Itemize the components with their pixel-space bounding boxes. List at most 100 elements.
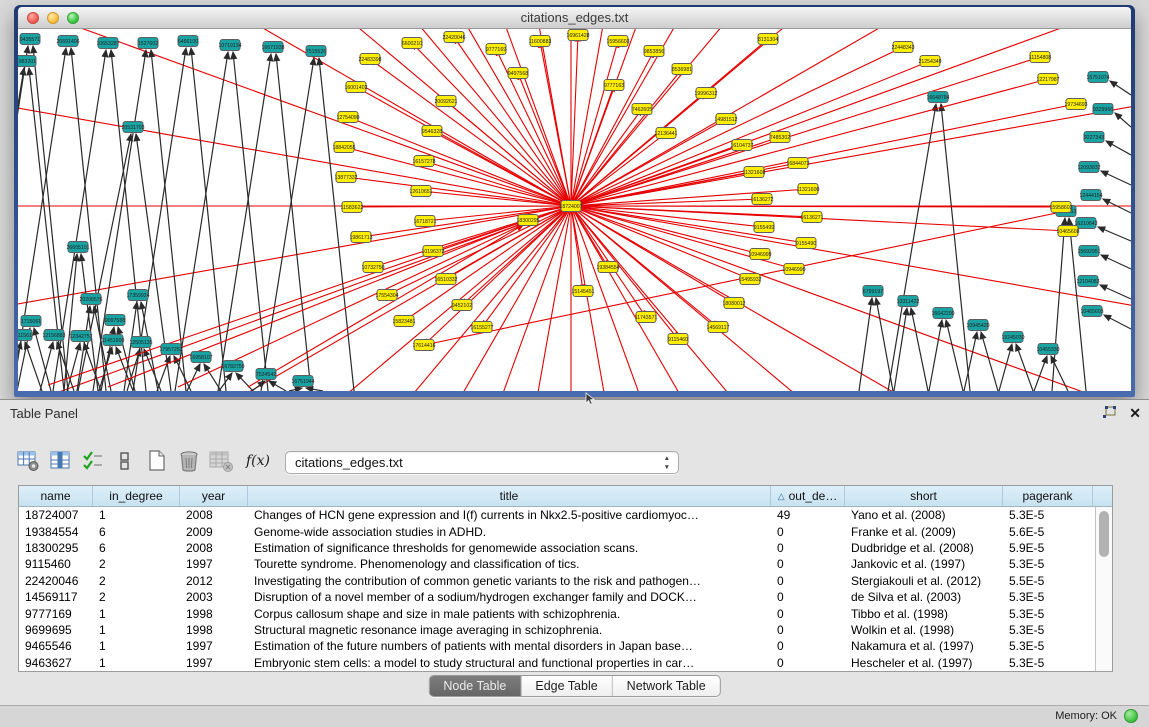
table-cell: 0 <box>771 639 845 653</box>
column-header[interactable]: pagerank <box>1003 486 1093 506</box>
svg-text:11743571: 11743571 <box>635 315 658 321</box>
window-title: citations_edges.txt <box>521 10 629 25</box>
table-row[interactable]: 1830029562008Estimation of significance … <box>19 540 1095 556</box>
column-header[interactable]: short <box>845 486 1003 506</box>
status-bar: Memory: OK <box>0 705 1149 727</box>
table-cell: 2 <box>93 590 180 604</box>
table-selector-dropdown[interactable]: citations_edges.txt ▲▼ <box>285 451 679 474</box>
table-scrollbar[interactable] <box>1095 507 1112 671</box>
tab-network-table[interactable]: Network Table <box>613 676 720 696</box>
table-cell: 5.5E-5 <box>1003 574 1093 588</box>
svg-text:10732750: 10732750 <box>361 265 384 271</box>
table-row[interactable]: 911546021997Tourette syndrome. Phenomeno… <box>19 556 1095 572</box>
table-cell: 1997 <box>180 656 248 670</box>
svg-text:16642200: 16642200 <box>931 311 954 317</box>
table-cell: Franke et al. (2009) <box>845 525 1003 539</box>
table-cell: 1 <box>93 508 180 522</box>
table-mode-icon[interactable] <box>14 447 44 475</box>
float-panel-icon[interactable] <box>1102 406 1117 420</box>
table-cell: 0 <box>771 607 845 621</box>
table-row[interactable]: 1872400712008Changes of HCN gene express… <box>19 507 1095 523</box>
svg-text:18300295: 18300295 <box>516 218 539 224</box>
table-row[interactable]: 1938455462009Genome-wide association stu… <box>19 523 1095 539</box>
svg-text:9777169: 9777169 <box>486 47 506 53</box>
tab-node-table[interactable]: Node Table <box>429 676 521 696</box>
table-cell: Estimation of significance thresholds fo… <box>248 541 771 555</box>
svg-text:16718721: 16718721 <box>413 219 436 225</box>
table-cell: 2 <box>93 557 180 571</box>
svg-text:15495932: 15495932 <box>738 277 761 283</box>
table-cell: 0 <box>771 541 845 555</box>
svg-text:14981512: 14981512 <box>714 117 737 123</box>
svg-text:10946999: 10946999 <box>748 252 771 258</box>
table-cell: Changes of HCN gene expression and I(f) … <box>248 508 771 522</box>
svg-text:18724007: 18724007 <box>559 204 582 210</box>
table-cell: 9115460 <box>19 557 93 571</box>
column-show-icon[interactable] <box>46 447 76 475</box>
svg-text:9777163: 9777163 <box>604 83 624 89</box>
svg-text:9155499: 9155499 <box>754 225 774 231</box>
svg-text:16844073: 16844073 <box>786 161 809 167</box>
table-cell: 5.3E-5 <box>1003 557 1093 571</box>
tab-edge-table[interactable]: Edge Table <box>521 676 612 696</box>
network-canvas[interactable]: 9435571206914061065328715276026466100107… <box>18 29 1131 391</box>
minimize-window-icon[interactable] <box>47 12 59 24</box>
svg-text:16782759: 16782759 <box>221 364 244 370</box>
svg-text:12156883: 12156883 <box>42 333 65 339</box>
svg-text:10946990: 10946990 <box>782 267 805 273</box>
table-row[interactable]: 946362711997Embryonic stem cells: a mode… <box>19 655 1095 671</box>
selection-checks-icon[interactable] <box>78 447 108 475</box>
table-cell: Wolkin et al. (1998) <box>845 623 1003 637</box>
table-row[interactable]: 946554611997Estimation of the future num… <box>19 638 1095 654</box>
svg-text:10465608: 10465608 <box>1056 229 1079 235</box>
svg-text:14569117: 14569117 <box>707 325 730 331</box>
network-graph[interactable]: 9435571206914061065328715276026466100107… <box>18 29 1131 391</box>
table-cell: Stergiakouli et al. (2012) <box>845 574 1003 588</box>
window-titlebar[interactable]: citations_edges.txt <box>18 7 1131 29</box>
table-cell: 9465546 <box>19 639 93 653</box>
new-document-icon[interactable] <box>142 447 172 475</box>
svg-text:12217987: 12217987 <box>1036 77 1059 83</box>
table-row[interactable]: 2242004622012Investigating the contribut… <box>19 573 1095 589</box>
column-header[interactable]: name <box>19 486 93 506</box>
zoom-window-icon[interactable] <box>67 12 79 24</box>
table-cell: 1 <box>93 607 180 621</box>
table-cell: 5.9E-5 <box>1003 541 1093 555</box>
table-cell: 5.3E-5 <box>1003 607 1093 621</box>
column-header[interactable]: in_degree <box>93 486 180 506</box>
function-icon[interactable]: f(x) <box>246 453 270 469</box>
svg-text:10465603: 10465603 <box>1080 309 1103 315</box>
table-cell: 1998 <box>180 607 248 621</box>
table-cell: 5.3E-5 <box>1003 590 1093 604</box>
close-panel-icon[interactable]: ✕ <box>1129 406 1141 420</box>
table-cell: 2003 <box>180 590 248 604</box>
table-cell: 2012 <box>180 574 248 588</box>
table-row[interactable]: 969969511998Structural magnetic resonanc… <box>19 622 1095 638</box>
table-cell: 6 <box>93 525 180 539</box>
scrollbar-thumb[interactable] <box>1099 511 1109 557</box>
svg-text:17554304: 17554304 <box>375 293 398 299</box>
table-cell: 5.3E-5 <box>1003 639 1093 653</box>
svg-text:16958107: 16958107 <box>189 355 212 361</box>
svg-text:9497568: 9497568 <box>508 71 528 77</box>
svg-text:19861713: 19861713 <box>349 235 372 241</box>
table-cell: Investigating the contribution of common… <box>248 574 771 588</box>
svg-text:9097588: 9097588 <box>105 318 125 324</box>
table-row[interactable]: 1456911722003Disruption of a novel membe… <box>19 589 1095 605</box>
table-cell: 5.6E-5 <box>1003 525 1093 539</box>
table-cell: 1 <box>93 656 180 670</box>
svg-text:12136441: 12136441 <box>654 131 677 137</box>
column-header[interactable]: title <box>248 486 771 506</box>
table-cell: 1997 <box>180 639 248 653</box>
svg-text:7462605: 7462605 <box>632 107 652 113</box>
svg-text:9435571: 9435571 <box>20 37 40 43</box>
table-cell: Nakamura et al. (1997) <box>845 639 1003 653</box>
row-height-icon[interactable] <box>110 447 140 475</box>
close-window-icon[interactable] <box>27 12 39 24</box>
memory-ok-icon[interactable] <box>1124 709 1138 723</box>
column-header[interactable]: △out_de… <box>771 486 845 506</box>
trash-icon[interactable] <box>174 447 204 475</box>
table-row[interactable]: 977716911998Corpus callosum shape and si… <box>19 605 1095 621</box>
svg-text:11600883: 11600883 <box>529 39 552 45</box>
column-header[interactable]: year <box>180 486 248 506</box>
